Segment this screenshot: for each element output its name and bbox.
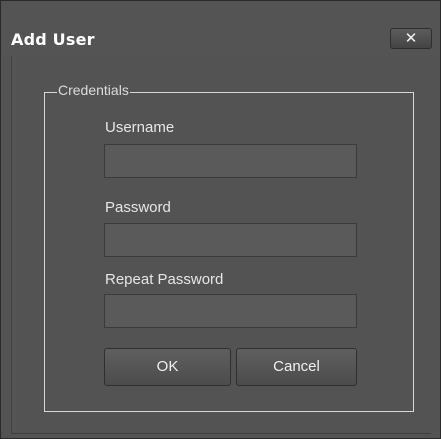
close-button[interactable]: ✕ xyxy=(390,28,432,49)
password-label: Password xyxy=(105,199,171,216)
close-icon: ✕ xyxy=(404,29,418,47)
cancel-button[interactable]: Cancel xyxy=(236,348,357,386)
dialog-title: Add User xyxy=(11,30,95,49)
password-input[interactable] xyxy=(104,223,357,257)
username-label: Username xyxy=(105,119,175,136)
repeat-password-label: Repeat Password xyxy=(105,271,224,288)
ok-button[interactable]: OK xyxy=(104,348,231,386)
add-user-dialog: Add User ✕ Credentials Username Password… xyxy=(0,0,441,439)
credentials-legend: Credentials xyxy=(57,82,130,98)
dialog-titlebar[interactable]: Add User ✕ xyxy=(1,1,440,57)
username-input[interactable] xyxy=(104,144,357,178)
repeat-password-input[interactable] xyxy=(104,294,357,328)
